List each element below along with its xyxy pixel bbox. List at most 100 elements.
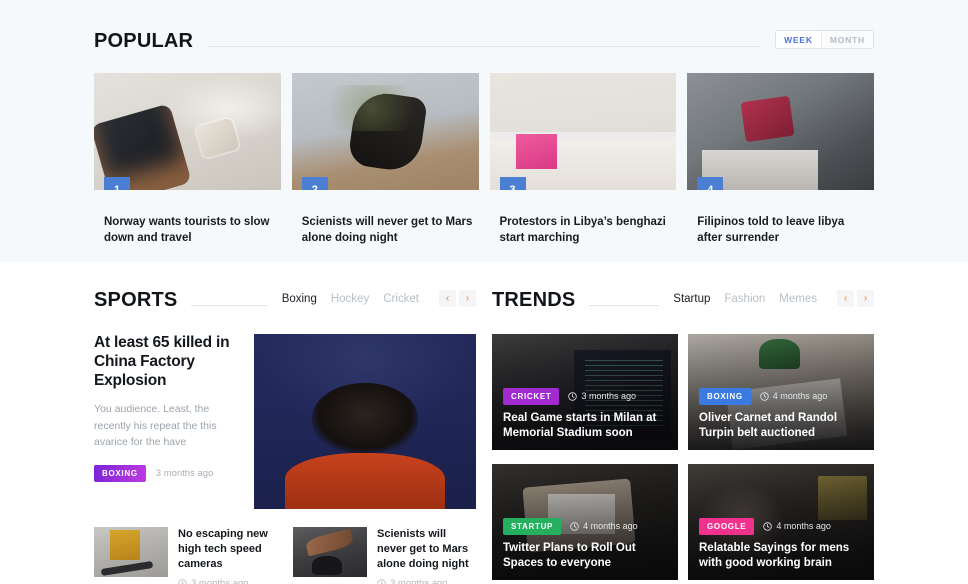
popular-header: POPULAR WEEK MONTH: [94, 30, 874, 59]
tab-startup[interactable]: Startup: [673, 293, 710, 305]
timestamp: 3 months ago: [390, 577, 448, 584]
popular-card-title[interactable]: Protestors in Libya’s benghazi start mar…: [490, 215, 677, 246]
trend-card-title[interactable]: Relatable Sayings for mens with good wor…: [699, 541, 863, 571]
trend-card[interactable]: GOOGLE 4 months ago Relatable Sayings fo…: [688, 464, 874, 580]
header-divider: [191, 305, 268, 306]
trend-card[interactable]: STARTUP 4 months ago Twitter Plans to Ro…: [492, 464, 678, 580]
category-badge[interactable]: GOOGLE: [699, 517, 755, 535]
popular-card[interactable]: 4 Filipinos told to leave libya after su…: [687, 73, 874, 246]
trends-grid: CRICKET 3 months ago Real Game starts in…: [492, 334, 874, 580]
sports-hero: At least 65 killed in China Factory Expl…: [94, 334, 476, 509]
sports-hero-meta: BOXING 3 months ago: [94, 465, 242, 483]
popular-section: POPULAR WEEK MONTH 1 Norway wants touris…: [0, 0, 968, 262]
trends-tabs: Startup Fashion Memes ‹ ›: [673, 290, 874, 308]
page-title: POPULAR: [94, 30, 194, 52]
list-item-thumbnail[interactable]: [94, 527, 168, 577]
clock-icon: [377, 578, 386, 584]
next-arrow-icon[interactable]: ›: [857, 290, 874, 307]
popular-card[interactable]: 2 Scienists will never get to Mars alone…: [291, 73, 479, 246]
trend-card[interactable]: CRICKET 3 months ago Real Game starts in…: [492, 334, 678, 450]
clock-icon: [760, 391, 769, 401]
clock-icon: [570, 521, 579, 531]
trend-timestamp: 4 months ago: [763, 521, 831, 531]
trend-timestamp: 3 months ago: [568, 391, 636, 401]
rank-badge: 1: [104, 177, 130, 190]
category-badge[interactable]: STARTUP: [503, 517, 562, 535]
sports-hero-headline[interactable]: At least 65 killed in China Factory Expl…: [94, 334, 242, 391]
trend-timestamp: 4 months ago: [760, 391, 828, 402]
photo-phone-watch-earbuds: [94, 73, 281, 190]
list-item-meta: 3 months ago: [178, 578, 277, 584]
sports-title: SPORTS: [94, 289, 178, 311]
popular-thumbnail[interactable]: 1: [94, 73, 281, 190]
prev-arrow-icon[interactable]: ‹: [837, 290, 854, 307]
timestamp: 3 months ago: [581, 391, 637, 402]
timestamp: 3 months ago: [155, 468, 214, 480]
photo-dancer-arm: [293, 527, 367, 577]
popular-grid: 1 Norway wants tourists to slow down and…: [94, 73, 874, 246]
list-item-thumbnail[interactable]: [293, 527, 367, 577]
trends-header: TRENDS Startup Fashion Memes ‹ ›: [492, 290, 874, 318]
timestamp: 3 months ago: [191, 577, 249, 584]
toggle-month[interactable]: MONTH: [820, 31, 873, 48]
list-item[interactable]: Scienists will never get to Mars alone d…: [293, 527, 476, 584]
tab-cricket[interactable]: Cricket: [383, 293, 419, 305]
photo-dancer: [291, 73, 479, 190]
photo-child-on-bed: [489, 73, 677, 190]
sports-hero-excerpt: You audience. Least, the recently his re…: [94, 402, 217, 449]
popular-card-title[interactable]: Scienists will never get to Mars alone d…: [292, 215, 479, 246]
tab-hockey[interactable]: Hockey: [331, 293, 369, 305]
trends-nav-arrows: ‹ ›: [837, 290, 874, 307]
timestamp: 4 months ago: [776, 521, 831, 532]
list-item[interactable]: No escaping new high tech speed cameras …: [94, 527, 277, 584]
list-item-title[interactable]: Scienists will never get to Mars alone d…: [377, 527, 476, 572]
sports-tabs: Boxing Hockey Cricket ‹ ›: [282, 290, 476, 308]
sports-small-list: No escaping new high tech speed cameras …: [94, 527, 476, 584]
rank-badge: 4: [697, 177, 724, 190]
category-badge[interactable]: BOXING: [94, 465, 146, 483]
popular-thumbnail[interactable]: 3: [489, 73, 677, 190]
toggle-week[interactable]: WEEK: [776, 31, 821, 48]
sports-hero-text: At least 65 killed in China Factory Expl…: [94, 334, 242, 509]
photo-portrait-red-dress: [254, 334, 476, 509]
clock-icon: [178, 578, 187, 584]
header-divider: [589, 305, 660, 306]
period-toggle[interactable]: WEEK MONTH: [775, 30, 874, 49]
header-divider: [207, 46, 762, 47]
timestamp: 4 months ago: [772, 391, 828, 402]
tab-memes[interactable]: Memes: [779, 293, 817, 305]
category-badge[interactable]: CRICKET: [503, 387, 560, 405]
list-item-title[interactable]: No escaping new high tech speed cameras: [178, 527, 277, 572]
photo-window-seat: [687, 73, 874, 190]
trend-card-title[interactable]: Oliver Carnet and Randol Turpin belt auc…: [699, 411, 863, 441]
sports-nav-arrows: ‹ ›: [439, 290, 476, 307]
trends-column: TRENDS Startup Fashion Memes ‹ › CRICKET…: [492, 290, 874, 584]
popular-card-title[interactable]: Norway wants tourists to slow down and t…: [94, 215, 281, 246]
trend-card[interactable]: BOXING 4 months ago Oliver Carnet and Ra…: [688, 334, 874, 450]
prev-arrow-icon[interactable]: ‹: [439, 290, 456, 307]
timestamp: 4 months ago: [583, 521, 638, 532]
popular-thumbnail[interactable]: 4: [687, 73, 874, 190]
lower-section: SPORTS Boxing Hockey Cricket ‹ › At leas…: [0, 262, 968, 584]
sports-header: SPORTS Boxing Hockey Cricket ‹ ›: [94, 290, 476, 318]
trend-card-title[interactable]: Twitter Plans to Roll Out Spaces to ever…: [503, 541, 667, 571]
popular-card[interactable]: 1 Norway wants tourists to slow down and…: [94, 73, 281, 246]
rank-badge: 3: [499, 177, 526, 190]
trends-title: TRENDS: [492, 289, 576, 311]
trend-timestamp: 4 months ago: [570, 521, 638, 531]
tab-fashion[interactable]: Fashion: [724, 293, 765, 305]
rank-badge: 2: [301, 177, 328, 190]
next-arrow-icon[interactable]: ›: [459, 290, 476, 307]
photo-skateboarder: [94, 527, 168, 577]
tab-boxing[interactable]: Boxing: [282, 293, 317, 305]
sports-column: SPORTS Boxing Hockey Cricket ‹ › At leas…: [94, 290, 476, 584]
clock-icon: [763, 521, 773, 531]
sports-hero-image[interactable]: [254, 334, 476, 509]
list-item-meta: 3 months ago: [377, 578, 476, 584]
category-badge[interactable]: BOXING: [699, 387, 751, 405]
popular-card-title[interactable]: Filipinos told to leave libya after surr…: [687, 215, 874, 246]
popular-card[interactable]: 3 Protestors in Libya’s benghazi start m…: [489, 73, 677, 246]
clock-icon: [568, 391, 578, 401]
trend-card-title[interactable]: Real Game starts in Milan at Memorial St…: [503, 411, 667, 441]
popular-thumbnail[interactable]: 2: [291, 73, 479, 190]
